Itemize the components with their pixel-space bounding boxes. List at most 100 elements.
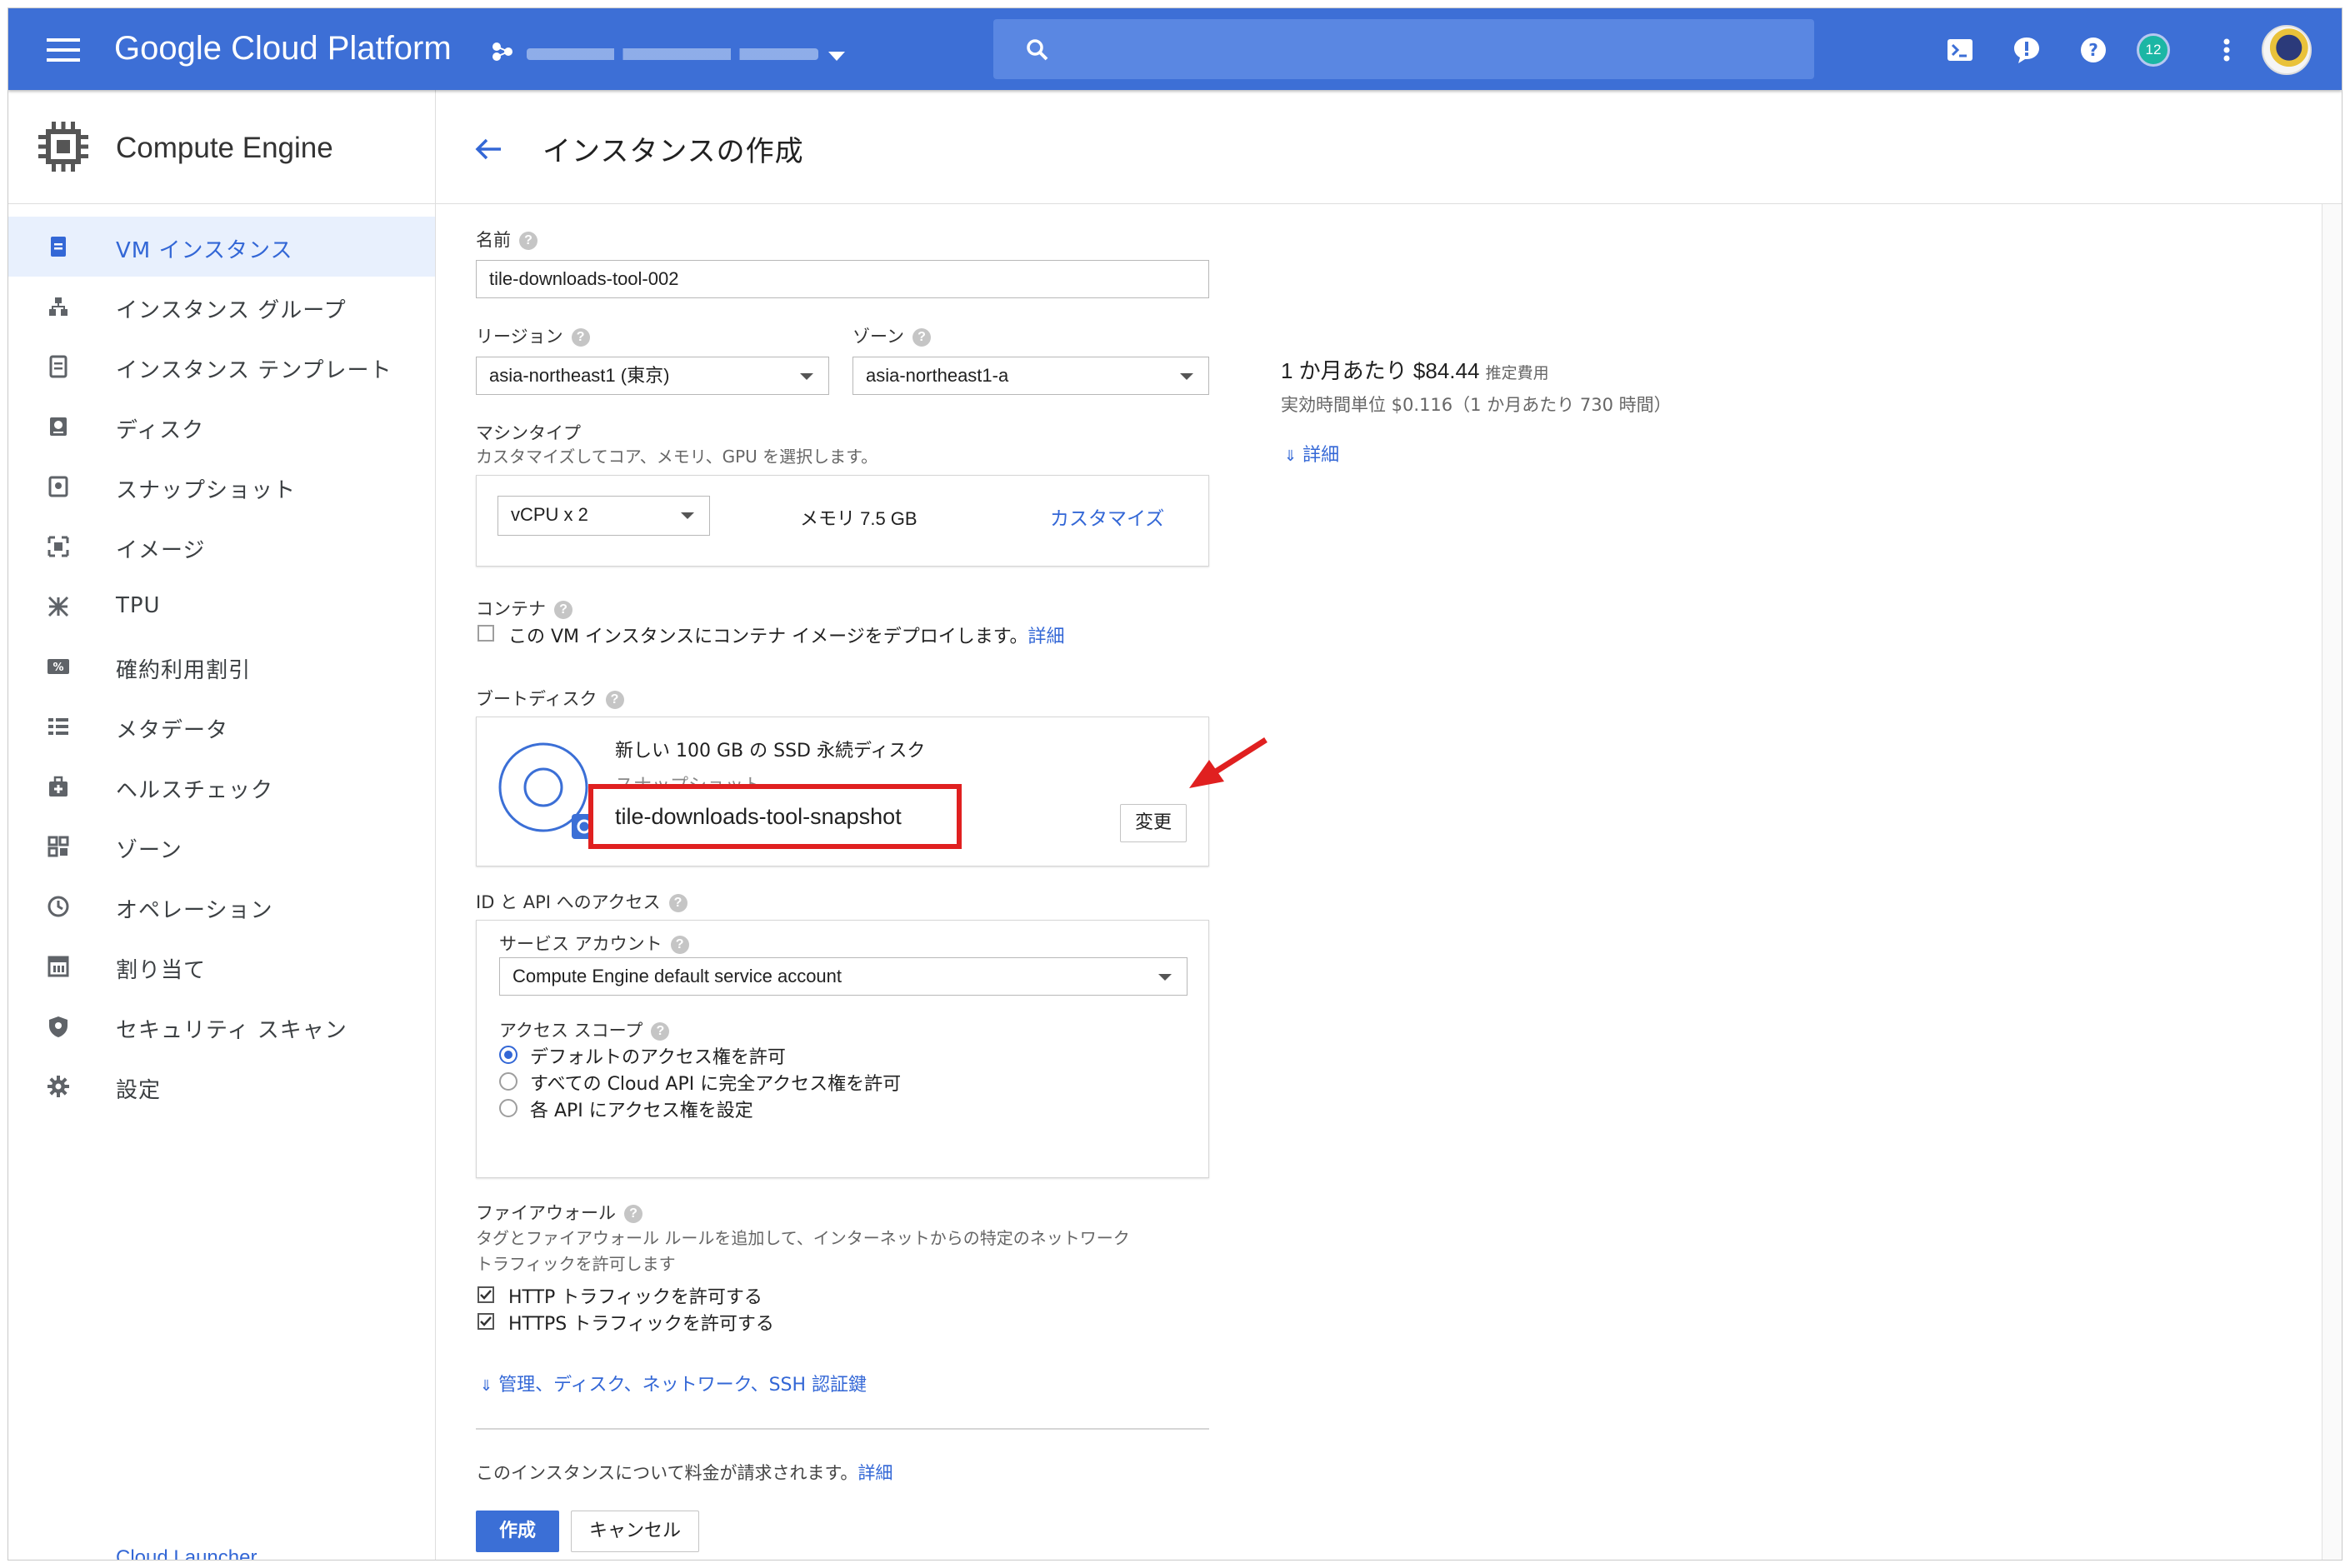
boot-disk-label: ブートディスク? <box>476 686 624 711</box>
scope-option-full: すべての Cloud API に完全アクセス権を許可 <box>530 1074 902 1095</box>
sidebar-item-label: オペレーション <box>116 898 273 923</box>
sidebar-item-images[interactable]: イメージ <box>8 517 435 577</box>
container-details-link[interactable]: 詳細 <box>1028 627 1065 647</box>
sidebar-item-health-checks[interactable]: ヘルスチェック <box>8 757 435 816</box>
https-checkbox[interactable] <box>478 1313 494 1330</box>
sidebar-item-security-scans[interactable]: セキュリティ スキャン <box>8 996 435 1056</box>
cloud-shell-icon[interactable] <box>1945 35 1975 65</box>
health-check-icon <box>49 776 68 796</box>
boot-disk-card: 新しい 100 GB の SSD 永続ディスク スナップショット tile-do… <box>476 717 1209 866</box>
pointer-arrow-icon <box>1189 737 1268 788</box>
sidebar-item-committed-use[interactable]: % 確約利用割引 <box>8 637 435 697</box>
scrollbar[interactable] <box>2322 204 2342 1560</box>
sidebar-nav: VM インスタンス インスタンス グループ インスタンス テンプレート ディスク… <box>8 217 435 1116</box>
billing-note: このインスタンスについて料金が請求されます。詳細 <box>476 1463 893 1483</box>
help-icon[interactable]: ? <box>554 601 572 619</box>
dropdown-arrow-icon <box>1158 974 1172 981</box>
project-selector[interactable] <box>482 32 857 68</box>
project-icon <box>492 42 512 61</box>
billing-details-link[interactable]: 詳細 <box>858 1463 892 1483</box>
cancel-button[interactable]: キャンセル <box>571 1511 699 1552</box>
clock-icon <box>48 896 69 917</box>
service-account-select[interactable]: Compute Engine default service account <box>499 957 1188 996</box>
sidebar-item-quotas[interactable]: 割り当て <box>8 936 435 996</box>
region-select[interactable]: asia-northeast1 (東京) <box>476 357 829 395</box>
container-option: この VM インスタンスにコンテナ イメージをデプロイします。詳細 <box>508 627 1065 647</box>
sidebar-item-snapshots[interactable]: スナップショット <box>8 457 435 517</box>
sidebar-item-disks[interactable]: ディスク <box>8 397 435 457</box>
avatar[interactable] <box>2262 25 2312 75</box>
help-icon[interactable]: ? <box>668 894 688 912</box>
sidebar-item-vm-instances[interactable]: VM インスタンス <box>8 217 435 277</box>
sidebar-item-settings[interactable]: 設定 <box>8 1056 435 1116</box>
percent-icon: % <box>48 659 69 674</box>
sidebar-item-label: インスタンス グループ <box>116 298 347 323</box>
change-boot-disk-button[interactable]: 変更 <box>1120 804 1187 842</box>
https-option: HTTPS トラフィックを許可する <box>508 1314 774 1335</box>
help-icon[interactable]: ? <box>670 936 689 954</box>
firewall-label: ファイアウォール? <box>476 1200 642 1225</box>
zone-select[interactable]: asia-northeast1-a <box>852 357 1209 395</box>
scope-radio-full[interactable] <box>499 1072 518 1091</box>
sidebar-item-label: ヘルスチェック <box>116 778 274 803</box>
vm-instance-icon <box>51 237 66 257</box>
create-button[interactable]: 作成 <box>476 1511 559 1552</box>
project-name-redacted <box>527 48 818 60</box>
help-icon[interactable]: ? <box>624 1205 642 1223</box>
back-arrow-icon[interactable] <box>474 137 502 162</box>
help-icon[interactable]: ? <box>519 232 538 250</box>
sidebar-item-operations[interactable]: オペレーション <box>8 876 435 936</box>
disk-icon <box>50 417 67 436</box>
help-icon[interactable]: ? <box>651 1022 670 1041</box>
svg-text:?: ? <box>2088 40 2098 60</box>
help-icon[interactable]: ? <box>912 328 931 347</box>
search-input[interactable] <box>993 19 1814 79</box>
machine-type-label: マシンタイプ <box>476 423 581 443</box>
dropdown-arrow-icon <box>681 512 694 519</box>
divider <box>476 1428 1209 1430</box>
machine-type-card: vCPU x 2 メモリ 7.5 GB カスタマイズ <box>476 475 1209 567</box>
customize-link[interactable]: カスタマイズ <box>1050 502 1164 531</box>
chevron-down-icon <box>828 52 845 61</box>
cloud-launcher-link[interactable]: Cloud Launcher <box>116 1546 257 1560</box>
container-label: コンテナ? <box>476 596 572 621</box>
feedback-icon[interactable] <box>2012 35 2042 65</box>
check-icon <box>480 1316 492 1326</box>
scope-radio-custom[interactable] <box>499 1099 518 1117</box>
more-vert-icon[interactable] <box>2212 35 2242 65</box>
dropdown-arrow-icon <box>800 373 813 380</box>
sidebar-item-label: インスタンス テンプレート <box>116 358 392 383</box>
sidebar-item-instance-templates[interactable]: インスタンス テンプレート <box>8 337 435 397</box>
help-icon[interactable]: ? <box>605 691 624 709</box>
scope-option-default: デフォルトのアクセス権を許可 <box>530 1047 786 1068</box>
help-icon[interactable]: ? <box>571 328 590 347</box>
sidebar-header: Compute Engine <box>8 90 435 204</box>
image-icon <box>48 536 69 557</box>
notifications-badge[interactable]: 12 <box>2137 33 2170 67</box>
sidebar-item-instance-groups[interactable]: インスタンス グループ <box>8 277 435 337</box>
browser-frame: Google Cloud Platform ? 12 Compute Engin… <box>8 7 2342 1561</box>
sidebar-item-tpu[interactable]: TPU <box>8 577 435 637</box>
menu-icon[interactable] <box>47 38 80 63</box>
advanced-options-link[interactable]: ⇓ 管理、ディスク、ネットワーク、SSH 認証鍵 <box>480 1370 867 1396</box>
vcpu-select[interactable]: vCPU x 2 <box>498 496 710 536</box>
container-checkbox[interactable] <box>478 625 494 642</box>
name-input[interactable]: tile-downloads-tool-002 <box>476 260 1209 298</box>
metadata-icon <box>48 718 68 735</box>
dropdown-arrow-icon <box>1180 373 1193 380</box>
sidebar-item-metadata[interactable]: メタデータ <box>8 697 435 757</box>
chevron-double-down-icon: ⇓ <box>1284 447 1298 465</box>
sidebar-item-label: セキュリティ スキャン <box>116 1018 348 1043</box>
page-header: インスタンスの作成 <box>436 90 2342 204</box>
firewall-hint-line1: タグとファイアウォール ルールを追加して、インターネットからの特定のネットワーク <box>476 1228 1130 1248</box>
sidebar-item-zones[interactable]: ゾーン <box>8 816 435 876</box>
brand-title[interactable]: Google Cloud Platform <box>114 30 452 67</box>
http-checkbox[interactable] <box>478 1286 494 1303</box>
compute-engine-icon <box>38 122 88 172</box>
help-icon[interactable]: ? <box>2078 35 2108 65</box>
pricing-details-link[interactable]: ⇓ 詳細 <box>1284 440 1339 467</box>
scope-radio-default[interactable] <box>499 1046 518 1064</box>
sidebar-item-label: ゾーン <box>116 838 182 863</box>
identity-card: サービス アカウント? Compute Engine default servi… <box>476 920 1209 1178</box>
page-title: インスタンスの作成 <box>542 135 804 168</box>
